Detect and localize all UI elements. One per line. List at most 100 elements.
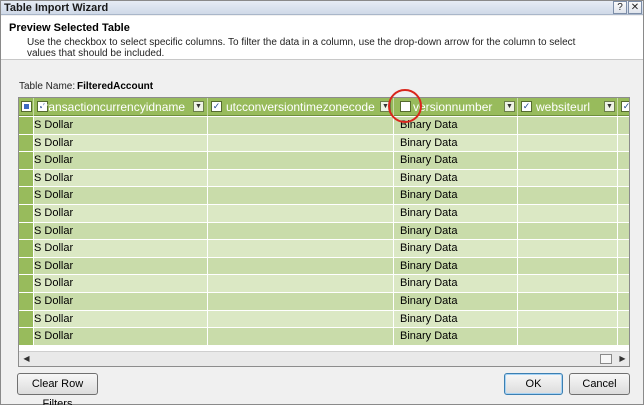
row-selector[interactable] xyxy=(19,222,34,240)
table-cell: S Dollar xyxy=(34,240,208,257)
page-description: Use the checkbox to select specific colu… xyxy=(27,37,576,59)
table-cell: Binary Data xyxy=(394,275,518,292)
highlight-circle-annotation xyxy=(388,89,422,123)
scroll-right-icon[interactable]: ▶ xyxy=(616,353,629,365)
row-selector[interactable] xyxy=(19,169,34,187)
table-cell xyxy=(208,310,394,328)
row-selector[interactable] xyxy=(19,134,34,152)
table-cell: Binary Data xyxy=(394,310,518,328)
row-selector[interactable] xyxy=(19,293,34,310)
table-cell xyxy=(518,169,618,187)
table-cell: Binary Data xyxy=(394,257,518,275)
table-cell xyxy=(208,275,394,292)
table-cell: Binary Data xyxy=(394,222,518,240)
table-cell xyxy=(618,152,629,169)
table-cell xyxy=(618,117,629,134)
table-name-row: Table Name: FilteredAccount xyxy=(19,81,153,92)
header-panel: Preview Selected Table Use the checkbox … xyxy=(1,16,643,60)
column-checkbox-utcconversiontimezonecode[interactable]: ✓ xyxy=(211,101,222,112)
table-cell: Binary Data xyxy=(394,240,518,257)
column-header-websiteurl: ✓ websiteurl ▼ xyxy=(518,98,618,116)
column-checkbox-partial[interactable]: ✓ xyxy=(621,101,629,112)
close-icon[interactable]: ✕ xyxy=(628,1,642,14)
row-selector[interactable] xyxy=(19,240,34,257)
table-cell xyxy=(518,293,618,310)
scroll-left-icon[interactable]: ◀ xyxy=(20,353,33,365)
table-cell xyxy=(518,240,618,257)
column-header-utcconversiontimezonecode: ✓ utcconversiontimezonecode ▼ xyxy=(208,98,394,116)
table-row: S Dollar Binary Data xyxy=(19,134,629,153)
column-label: websiteurl xyxy=(536,100,591,114)
row-selector[interactable] xyxy=(19,310,34,328)
table-cell xyxy=(618,135,629,152)
table-cell: S Dollar xyxy=(34,257,208,275)
cancel-button[interactable]: Cancel xyxy=(569,373,630,395)
table-cell: S Dollar xyxy=(34,205,208,222)
table-import-wizard-window: Table Import Wizard ? ✕ Preview Selected… xyxy=(0,0,644,405)
table-cell xyxy=(208,257,394,275)
row-selector[interactable] xyxy=(19,275,34,292)
table-cell: S Dollar xyxy=(34,134,208,152)
table-cell xyxy=(208,222,394,240)
table-row: S Dollar Binary Data xyxy=(19,257,629,276)
table-cell: Binary Data xyxy=(394,187,518,204)
row-selector[interactable] xyxy=(19,117,34,134)
table-cell xyxy=(618,170,629,187)
table-row: S Dollar Binary Data xyxy=(19,187,629,205)
table-cell xyxy=(208,134,394,152)
table-row: S Dollar Binary Data xyxy=(19,328,629,346)
table-row: S Dollar Binary Data xyxy=(19,222,629,241)
grid-header: ✓ transactioncurrencyidname ▼ ✓ utcconve… xyxy=(19,98,629,116)
table-cell: Binary Data xyxy=(394,134,518,152)
ok-button[interactable]: OK xyxy=(504,373,563,395)
help-icon[interactable]: ? xyxy=(613,1,627,14)
table-cell xyxy=(518,187,618,204)
table-cell: S Dollar xyxy=(34,293,208,310)
filter-dropdown-icon[interactable]: ▼ xyxy=(504,101,515,112)
preview-grid: ✓ transactioncurrencyidname ▼ ✓ utcconve… xyxy=(18,97,630,367)
row-selector[interactable] xyxy=(19,187,34,204)
table-cell xyxy=(518,134,618,152)
table-cell: S Dollar xyxy=(34,152,208,169)
column-checkbox-websiteurl[interactable]: ✓ xyxy=(521,101,532,112)
select-all-checkbox[interactable] xyxy=(21,101,32,112)
table-cell xyxy=(518,205,618,222)
table-cell: Binary Data xyxy=(394,169,518,187)
filter-dropdown-icon[interactable]: ▼ xyxy=(604,101,615,112)
table-row: S Dollar Binary Data xyxy=(19,293,629,311)
table-cell: Binary Data xyxy=(394,293,518,310)
table-name-value: FilteredAccount xyxy=(77,81,154,92)
table-cell xyxy=(618,328,629,345)
table-name-label: Table Name: xyxy=(19,81,76,92)
column-label: utcconversiontimezonecode xyxy=(226,100,375,114)
table-row: S Dollar Binary Data xyxy=(19,117,629,135)
row-selector[interactable] xyxy=(19,152,34,169)
table-cell xyxy=(208,117,394,134)
table-cell: Binary Data xyxy=(394,205,518,222)
table-row: S Dollar Binary Data xyxy=(19,275,629,293)
scroll-thumb[interactable] xyxy=(600,354,612,364)
clear-row-filters-button[interactable]: Clear Row Filters xyxy=(17,373,98,405)
table-cell: S Dollar xyxy=(34,187,208,204)
title-bar: Table Import Wizard ? ✕ xyxy=(1,1,643,15)
table-row: S Dollar Binary Data xyxy=(19,310,629,329)
table-cell: Binary Data xyxy=(394,328,518,345)
table-row: S Dollar Binary Data xyxy=(19,169,629,188)
filter-dropdown-icon[interactable]: ▼ xyxy=(193,101,204,112)
table-cell xyxy=(618,275,629,292)
row-selector[interactable] xyxy=(19,257,34,275)
table-cell xyxy=(208,328,394,345)
table-row: S Dollar Binary Data xyxy=(19,152,629,170)
window-title: Table Import Wizard xyxy=(4,2,109,14)
table-cell: S Dollar xyxy=(34,169,208,187)
horizontal-scrollbar[interactable]: ◀ ▶ xyxy=(19,351,629,366)
table-cell xyxy=(518,222,618,240)
table-cell xyxy=(208,152,394,169)
row-selector[interactable] xyxy=(19,205,34,222)
column-header-transactioncurrencyidname: ✓ transactioncurrencyidname ▼ xyxy=(34,98,208,116)
row-selector[interactable] xyxy=(19,328,34,345)
table-cell xyxy=(208,293,394,310)
select-all-column xyxy=(19,98,34,116)
table-cell xyxy=(618,258,629,275)
page-title: Preview Selected Table xyxy=(9,22,130,34)
